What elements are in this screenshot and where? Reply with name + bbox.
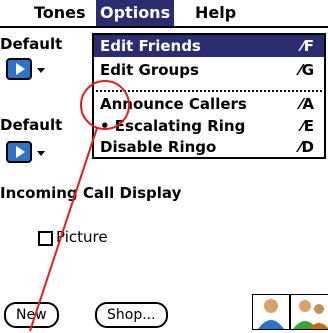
annotation-pointer-line <box>29 127 98 331</box>
annotation-circle <box>80 80 130 130</box>
annotation-overlay <box>29 80 130 331</box>
